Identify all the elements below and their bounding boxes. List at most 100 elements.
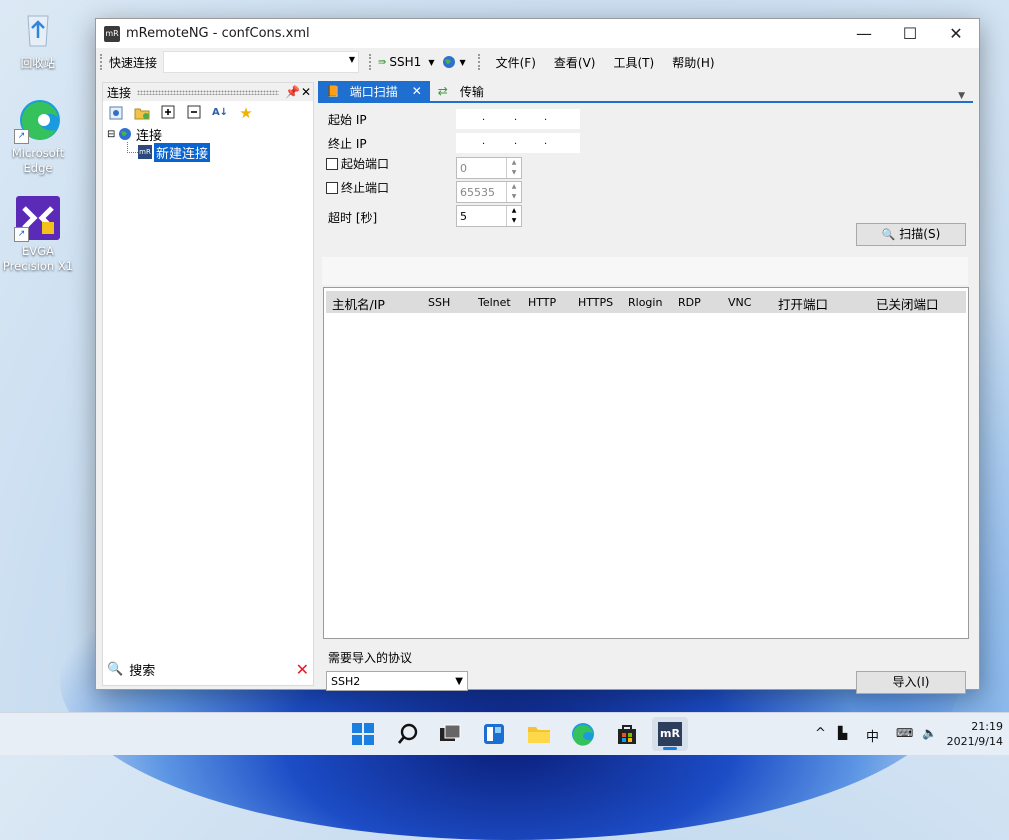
end-port-checkbox-row[interactable]: 终止端口 — [326, 179, 389, 196]
spin-down-icon[interactable]: ▼ — [507, 168, 521, 178]
close-button[interactable]: ✕ — [933, 19, 979, 48]
desktop-icon-label: 回收站 — [20, 56, 56, 70]
collapse-all-icon[interactable] — [185, 105, 203, 121]
column-header[interactable]: 主机名/IP — [332, 294, 385, 313]
start-ip-input[interactable]: ... — [456, 109, 580, 129]
toolbar-grip[interactable] — [100, 54, 105, 70]
new-connection-icon[interactable] — [107, 105, 125, 121]
sort-az-icon[interactable]: A↓ — [211, 105, 229, 121]
column-header[interactable]: 已关闭端口 — [876, 294, 939, 313]
desktop-icon-edge[interactable]: ↗ Microsoft Edge — [0, 96, 76, 176]
spin-up-icon[interactable]: ▲ — [507, 158, 521, 168]
search-icon: 🔍 — [881, 228, 896, 241]
spin-down-icon[interactable]: ▼ — [507, 216, 521, 226]
connections-panel-header[interactable]: 连接 📌 ✕ — [103, 83, 313, 101]
search-label: 搜索 — [129, 663, 156, 679]
evga-precision-icon: ↗ — [14, 194, 62, 242]
end-port-stepper[interactable]: 65535 ▲ ▼ — [456, 181, 522, 203]
import-protocol-value: SSH2 — [331, 675, 361, 688]
toolbar-grip[interactable] — [369, 54, 374, 70]
clear-search-icon[interactable]: ✕ — [296, 660, 309, 679]
chevron-down-icon[interactable]: ▼ — [428, 58, 434, 67]
column-header[interactable]: HTTPS — [578, 296, 613, 309]
edge-icon[interactable] — [571, 722, 595, 746]
tree-root-node[interactable]: ⊟ 连接 — [107, 125, 313, 144]
scan-results-table[interactable]: 主机名/IP SSH Telnet HTTP HTTPS Rlogin RDP … — [323, 287, 969, 639]
pin-icon[interactable]: 📌 — [285, 85, 300, 99]
column-header[interactable]: HTTP — [528, 296, 556, 309]
chevron-down-icon: ▼ — [455, 676, 463, 687]
network-icon[interactable]: ⌨ — [896, 726, 913, 740]
column-header[interactable]: Telnet — [478, 296, 511, 309]
file-explorer-icon[interactable] — [527, 722, 551, 746]
quick-connect-input[interactable]: ▼ — [163, 51, 360, 73]
menu-view[interactable]: 查看(V) — [554, 54, 596, 71]
globe-icon — [443, 56, 456, 68]
menu-file[interactable]: 文件(F) — [496, 54, 536, 71]
tab-list-dropdown-icon[interactable]: ▼ — [958, 91, 965, 101]
ime-indicator[interactable]: 中 — [866, 726, 879, 745]
chevron-down-icon: ▼ — [459, 57, 466, 67]
close-panel-icon[interactable]: ✕ — [299, 85, 313, 99]
tab-port-scan[interactable]: 📙 端口扫描 ✕ — [318, 81, 430, 101]
end-port-checkbox[interactable] — [326, 181, 338, 194]
start-port-checkbox-row[interactable]: 起始端口 — [326, 155, 389, 172]
spin-up-icon[interactable]: ▲ — [507, 182, 521, 192]
app-logo-icon: mR — [104, 25, 120, 42]
end-port-value: 65535 — [460, 185, 495, 199]
transfer-icon: ⇄ — [437, 84, 448, 98]
column-header[interactable]: VNC — [728, 296, 751, 309]
progress-strip — [322, 257, 968, 285]
scan-button-label: 扫描(S) — [899, 227, 941, 241]
start-port-checkbox[interactable] — [326, 157, 338, 170]
favorite-star-icon[interactable]: ★ — [237, 105, 255, 121]
shortcut-arrow-icon: ↗ — [14, 129, 29, 144]
spin-up-icon[interactable]: ▲ — [507, 206, 521, 216]
column-header[interactable]: SSH — [428, 296, 450, 309]
widgets-icon[interactable] — [482, 722, 506, 746]
expand-all-icon[interactable] — [159, 105, 177, 121]
desktop-icon-evga[interactable]: ↗ EVGA Precision X1 — [0, 194, 76, 274]
start-port-stepper[interactable]: 0 ▲ ▼ — [456, 157, 522, 179]
tree-connection-node[interactable]: mR 新建连接 — [107, 141, 313, 162]
chevron-down-icon[interactable]: ▼ — [349, 55, 355, 64]
import-protocol-select[interactable]: SSH2 ▼ — [326, 671, 468, 691]
menu-help[interactable]: 帮助(H) — [672, 54, 714, 71]
column-header[interactable]: RDP — [678, 296, 701, 309]
shortcut-arrow-icon: ↗ — [14, 227, 29, 242]
clock-date: 2021/9/14 — [946, 735, 1003, 748]
close-tab-icon[interactable]: ✕ — [412, 84, 422, 98]
new-folder-icon[interactable] — [133, 105, 151, 121]
title-bar[interactable]: mR mRemoteNG - confCons.xml — ☐ ✕ — [96, 19, 979, 48]
chevron-up-icon[interactable]: ^ — [815, 726, 826, 741]
end-ip-input[interactable]: ... — [456, 133, 580, 153]
clock[interactable]: 21:19 2021/9/14 — [947, 719, 1003, 749]
desktop-icon-recycle-bin[interactable]: 回收站 — [0, 6, 76, 71]
search-icon[interactable] — [396, 722, 420, 746]
tab-transfer[interactable]: ⇄ 传输 — [430, 81, 492, 101]
spin-down-icon[interactable]: ▼ — [507, 192, 521, 202]
scan-button[interactable]: 🔍 扫描(S) — [856, 223, 966, 246]
column-header[interactable]: 打开端口 — [778, 294, 828, 313]
task-view-icon[interactable] — [438, 722, 462, 746]
start-icon[interactable] — [351, 722, 375, 746]
column-header[interactable]: Rlogin — [628, 296, 662, 309]
network-device-icon[interactable]: ▙ — [838, 726, 847, 740]
tab-strip: 📙 端口扫描 ✕ ⇄ 传输 ▼ — [318, 81, 973, 103]
globe-dropdown-button[interactable]: ▼ — [442, 55, 466, 69]
collapse-node-icon[interactable]: ⊟ — [107, 129, 118, 140]
tree-root-label: 连接 — [136, 128, 163, 144]
import-button[interactable]: 导入(I) — [856, 671, 966, 694]
connection-icon: mR — [138, 145, 152, 159]
timeout-stepper[interactable]: 5 ▲ ▼ — [456, 205, 522, 227]
protocol-button[interactable]: ⇛ SSH1 ▼ — [378, 55, 434, 69]
menu-tools[interactable]: 工具(T) — [613, 54, 654, 71]
minimize-button[interactable]: — — [841, 19, 887, 48]
taskbar-active-app[interactable]: mR — [652, 717, 688, 751]
store-icon[interactable] — [615, 722, 639, 746]
toolbar-grip[interactable] — [477, 54, 483, 70]
search-bar[interactable]: 🔍 搜索 ✕ — [107, 659, 309, 679]
volume-icon[interactable]: 🔈 — [922, 726, 937, 740]
maximize-button[interactable]: ☐ — [887, 19, 933, 48]
panel-grip — [137, 89, 279, 95]
